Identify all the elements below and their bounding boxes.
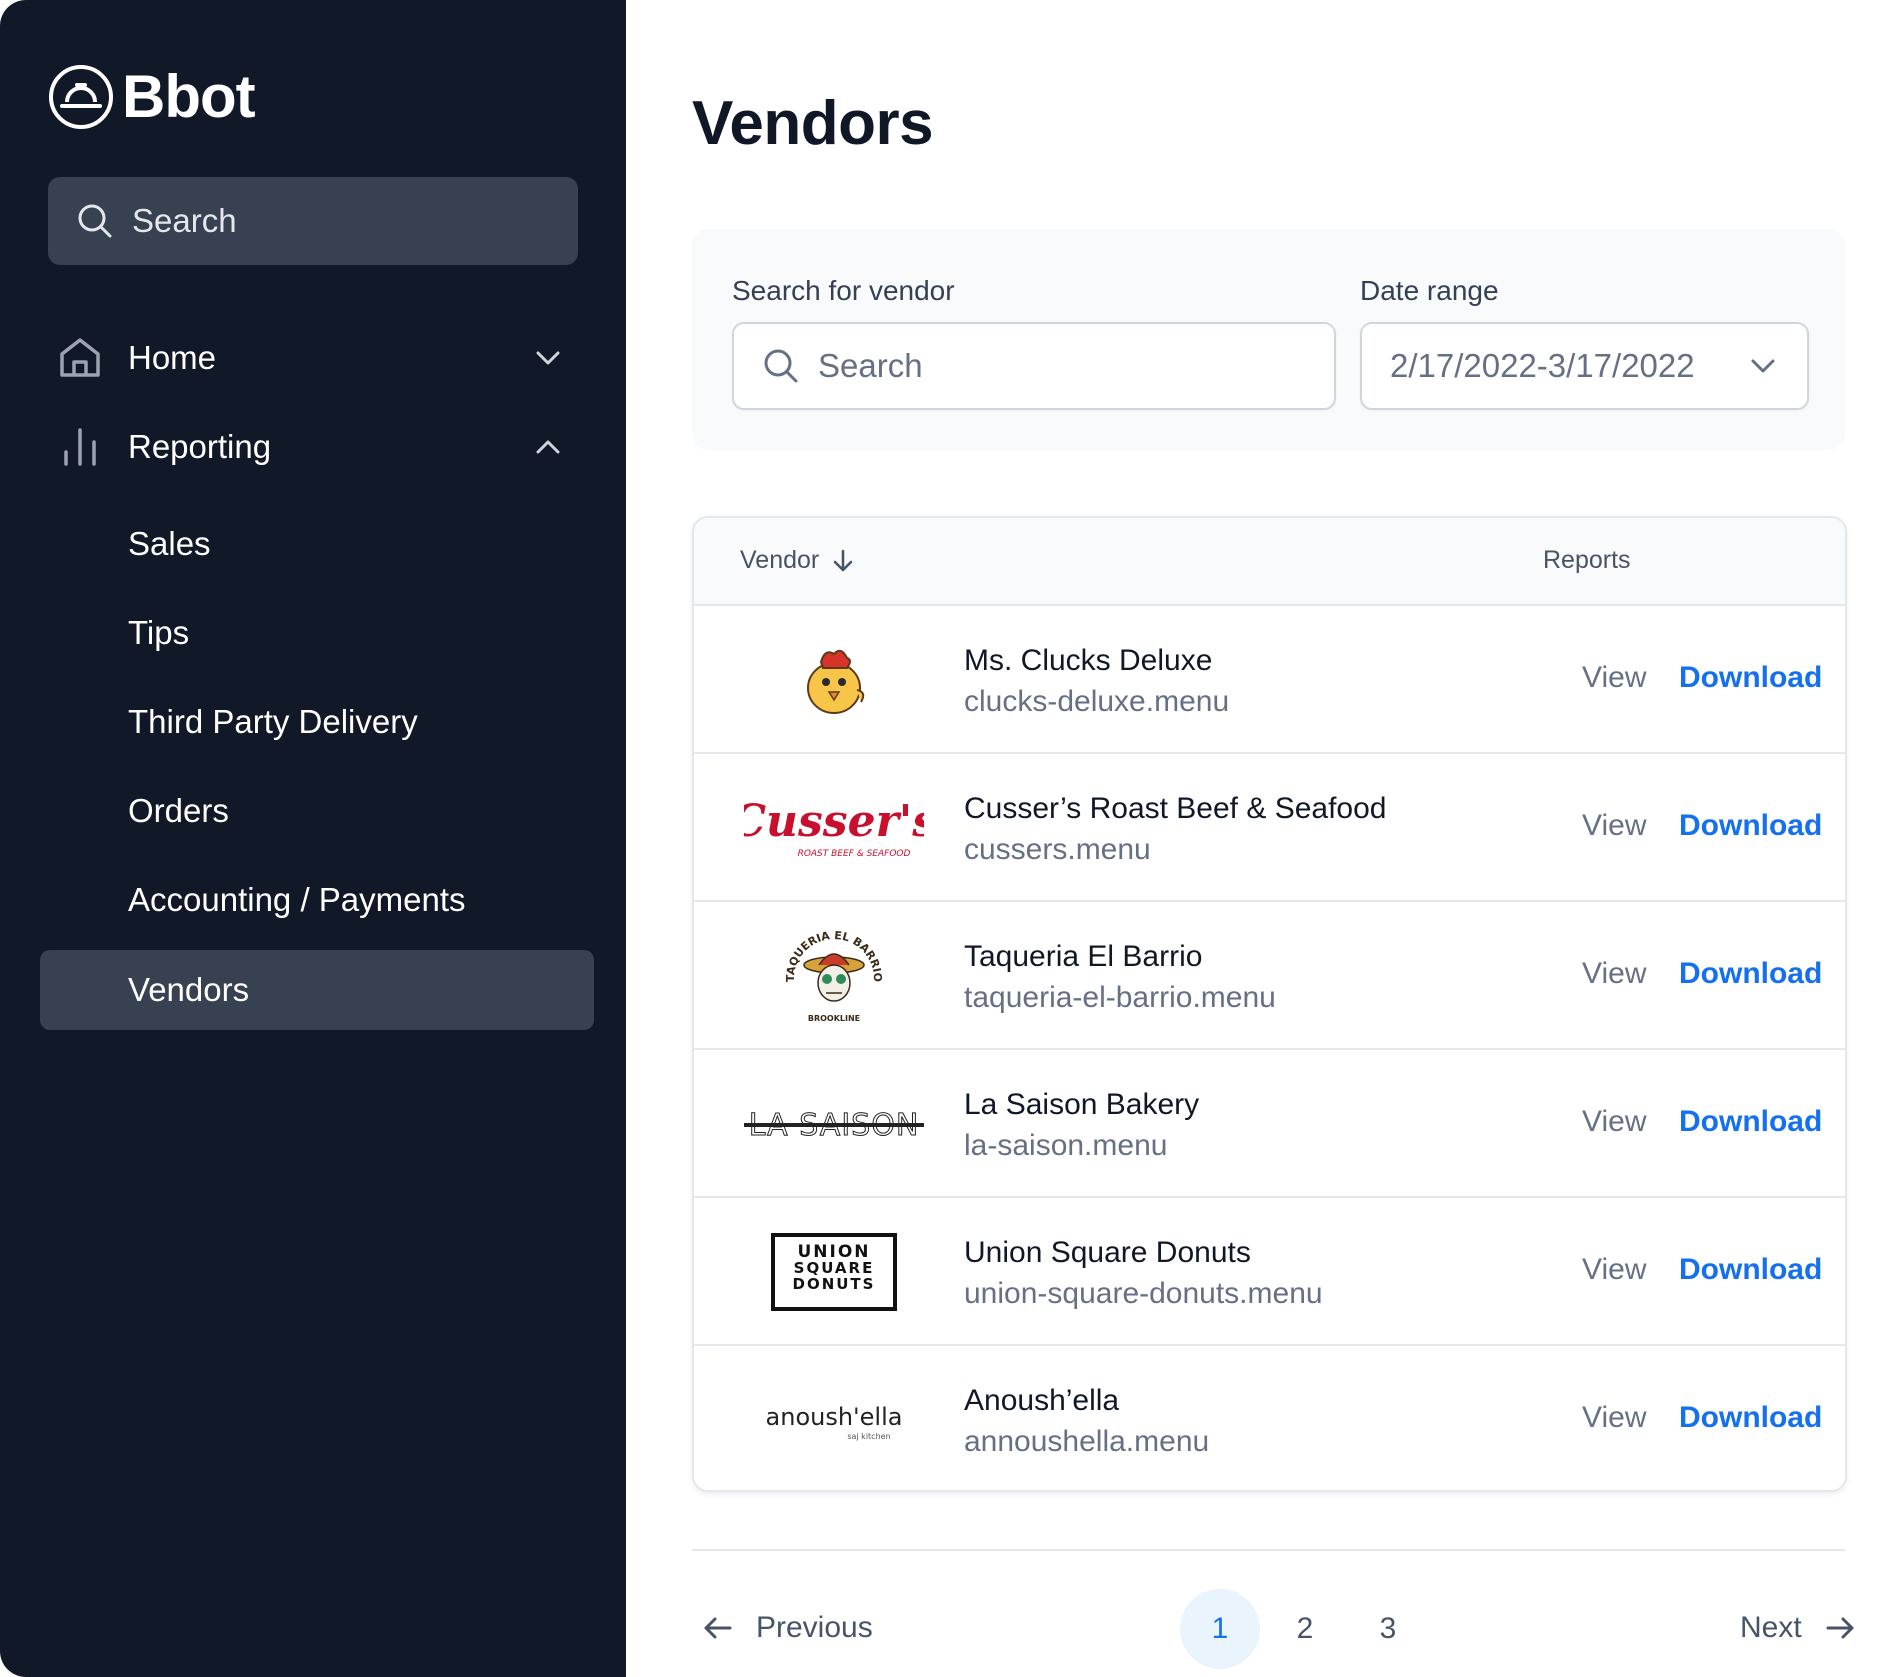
sidebar-item-home[interactable]: Home <box>40 318 594 398</box>
view-button[interactable]: View <box>1582 1401 1646 1435</box>
search-icon <box>78 204 112 238</box>
view-button[interactable]: View <box>1582 957 1646 991</box>
next-page-button[interactable]: Next <box>1740 1610 1858 1646</box>
cussers-script-logo: Cusser's ROAST BEEF & SEAFOOD <box>744 768 924 888</box>
sidebar-search-input[interactable]: Search <box>48 177 578 265</box>
sidebar-item-reporting[interactable]: Reporting <box>40 407 594 487</box>
sidebar-item-label: Tips <box>128 614 190 651</box>
vendor-column-label: Vendor <box>740 546 820 574</box>
sidebar-item-label: Vendors <box>128 971 250 1008</box>
cloche-icon <box>49 64 113 129</box>
view-button[interactable]: View <box>1582 809 1646 843</box>
view-button[interactable]: View <box>1582 1253 1646 1287</box>
download-button[interactable]: Download <box>1679 1105 1822 1139</box>
page-title: Vendors <box>692 89 934 158</box>
bar-chart-icon <box>56 423 104 471</box>
previous-label: Previous <box>756 1611 873 1644</box>
page-2-button[interactable]: 2 <box>1265 1589 1345 1669</box>
sidebar-item-label: Reporting <box>128 428 272 465</box>
sidebar-item-vendors[interactable]: Vendors <box>40 950 594 1030</box>
date-range-select[interactable]: 2/17/2022-3/17/2022 <box>1360 322 1809 410</box>
next-label: Next <box>1740 1611 1802 1644</box>
table-row: anoush'ella saj kitchen Anoush’ella anno… <box>694 1346 1845 1490</box>
svg-text:UNIONSQUAREDONUTS: UNION SQUARE DONUTS <box>793 1242 876 1293</box>
vendor-search-placeholder: Search <box>818 347 923 384</box>
vendor-domain: clucks-deluxe.menu <box>964 685 1230 718</box>
table-row: LA SAISON La Saison Bakery la-saison.men… <box>694 1050 1845 1198</box>
arrow-right-icon <box>1826 1617 1854 1639</box>
sidebar-search-placeholder: Search <box>132 202 237 239</box>
sidebar-item-label: Accounting / Payments <box>128 881 466 918</box>
chevron-down-icon <box>1751 359 1775 373</box>
view-button[interactable]: View <box>1582 1105 1646 1139</box>
vendor-domain: taqueria-el-barrio.menu <box>964 981 1276 1014</box>
arrow-down-icon <box>834 549 853 571</box>
home-icon <box>56 334 104 382</box>
vendor-name: Cusser’s Roast Beef & Seafood <box>964 792 1387 825</box>
reports-column-header: Reports <box>1543 546 1631 574</box>
chevron-up-icon <box>536 440 560 454</box>
vendor-search-label: Search for vendor <box>732 275 955 306</box>
arrow-left-icon <box>704 1617 732 1639</box>
anoushella-logo: anoush'ella saj kitchen <box>744 1360 924 1480</box>
la-saison-logo: LA SAISON <box>744 1064 924 1184</box>
vendor-search-input[interactable]: Search <box>732 322 1336 410</box>
vendor-domain: la-saison.menu <box>964 1129 1168 1162</box>
vendor-name: Union Square Donuts <box>964 1236 1251 1269</box>
previous-page-button[interactable]: Previous <box>700 1610 873 1646</box>
svg-text:Cusser's: Cusser's <box>744 796 924 847</box>
vendor-name: Anoush’ella <box>964 1384 1120 1417</box>
pagination-divider <box>692 1549 1845 1551</box>
table-header: Vendor Reports <box>694 518 1845 606</box>
vendor-name: Ms. Clucks Deluxe <box>964 644 1213 677</box>
vendor-domain: cussers.menu <box>964 833 1151 866</box>
vendors-table: Vendor Reports Ms. Clucks Deluxe clucks-… <box>692 516 1847 1492</box>
table-row: Ms. Clucks Deluxe clucks-deluxe.menu Vie… <box>694 606 1845 754</box>
sidebar-item-third-party-delivery[interactable]: Third Party Delivery <box>40 682 594 762</box>
vendor-domain: union-square-donuts.menu <box>964 1277 1323 1310</box>
vendor-column-header[interactable]: Vendor <box>740 546 857 575</box>
vendor-name: La Saison Bakery <box>964 1088 1200 1121</box>
view-button[interactable]: View <box>1582 661 1646 695</box>
table-row: UNION SQUARE DONUTS Union Square Donuts un… <box>694 1198 1845 1346</box>
sidebar-item-label: Orders <box>128 792 229 829</box>
date-range-value: 2/17/2022-3/17/2022 <box>1390 347 1695 384</box>
sidebar-item-accounting-payments[interactable]: Accounting / Payments <box>40 860 594 940</box>
search-icon <box>764 349 798 383</box>
sidebar-item-label: Sales <box>128 525 211 562</box>
download-button[interactable]: Download <box>1679 661 1822 695</box>
svg-text:ROAST BEEF & SEAFOOD: ROAST BEEF & SEAFOOD <box>798 849 911 859</box>
svg-text:saj kitchen: saj kitchen <box>847 1432 890 1441</box>
page-3-button[interactable]: 3 <box>1348 1589 1428 1669</box>
sidebar-item-sales[interactable]: Sales <box>40 504 594 584</box>
sidebar-item-tips[interactable]: Tips <box>40 593 594 673</box>
sidebar: Bbot Search Home Reporting Sales Tips Th… <box>0 0 626 1677</box>
chicken-mascot-logo <box>744 620 924 740</box>
table-row: Cusser's ROAST BEEF & SEAFOOD Cusser’s R… <box>694 754 1845 902</box>
vendor-domain: annoushella.menu <box>964 1425 1210 1458</box>
filter-panel: Search for vendor Date range Search 2/17… <box>692 229 1845 450</box>
download-button[interactable]: Download <box>1679 1401 1822 1435</box>
union-square-donuts-logo: UNION SQUARE DONUTS <box>744 1212 924 1332</box>
download-button[interactable]: Download <box>1679 1253 1822 1287</box>
sugar-skull-logo: TAQUERIA EL BARRIO BROOKLINE <box>744 916 924 1036</box>
svg-text:anoush'ella: anoush'ella <box>766 1403 903 1431</box>
page-1-button[interactable]: 1 <box>1180 1589 1260 1669</box>
vendor-name: Taqueria El Barrio <box>964 940 1203 973</box>
sidebar-item-orders[interactable]: Orders <box>40 771 594 851</box>
app-logo[interactable]: Bbot <box>48 62 256 131</box>
svg-text:BROOKLINE: BROOKLINE <box>808 1014 860 1023</box>
app-name: Bbot <box>122 63 256 130</box>
sidebar-item-label: Third Party Delivery <box>128 703 418 740</box>
date-range-label: Date range <box>1360 275 1499 306</box>
table-row: TAQUERIA EL BARRIO BROOKLINE Taqueria El… <box>694 902 1845 1050</box>
chevron-down-icon <box>536 351 560 365</box>
download-button[interactable]: Download <box>1679 957 1822 991</box>
download-button[interactable]: Download <box>1679 809 1822 843</box>
sidebar-item-label: Home <box>128 339 217 376</box>
